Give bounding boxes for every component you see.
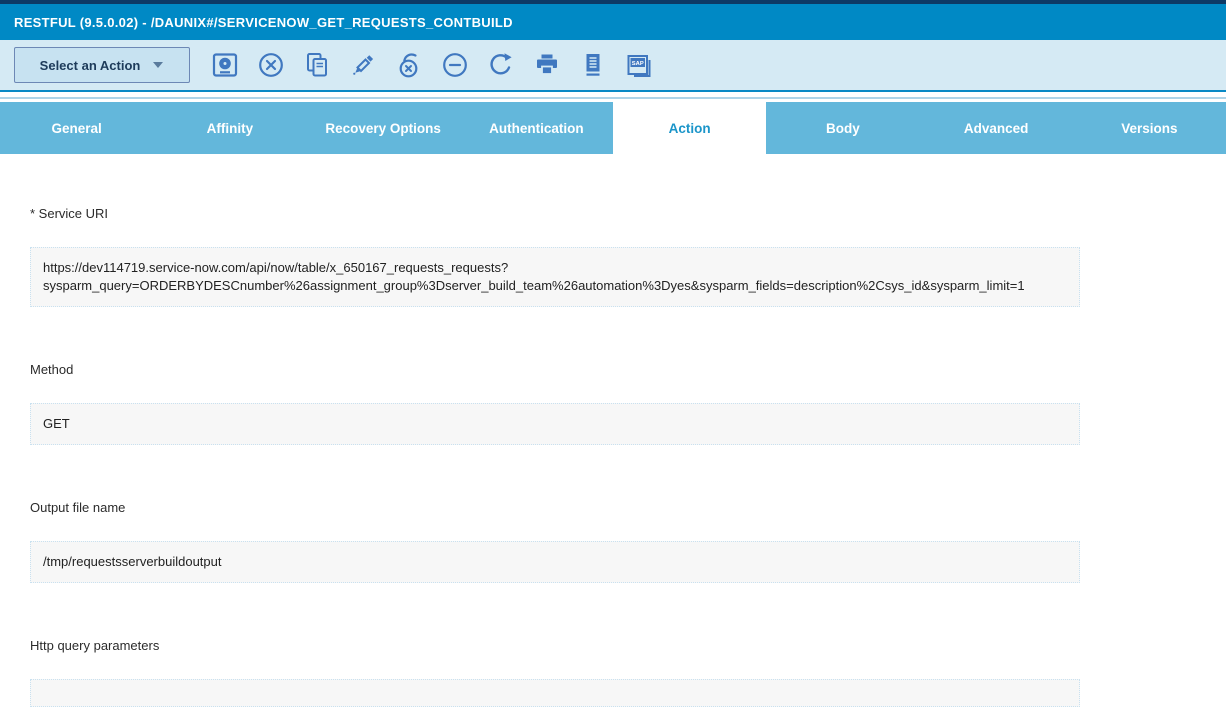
output-file-name-label: Output file name xyxy=(30,500,126,515)
print-button[interactable] xyxy=(532,50,562,80)
application-window: RESTFUL (9.5.0.02) - /DAUNIX#/SERVICENOW… xyxy=(0,0,1226,725)
document-icon xyxy=(586,54,600,76)
method-label: Method xyxy=(30,362,74,377)
tab-general[interactable]: General xyxy=(0,102,153,154)
svg-text:SAP: SAP xyxy=(632,61,644,67)
free-circle-x-icon xyxy=(399,53,418,78)
toolbar-icon-row: SAP xyxy=(210,50,654,80)
toolbar: Select an Action SAP xyxy=(0,40,1226,92)
tab-action[interactable]: Action xyxy=(613,102,767,154)
toolbar-tab-separator xyxy=(0,92,1226,102)
caret-down-icon xyxy=(152,56,164,74)
copy-button[interactable] xyxy=(302,50,332,80)
edit-button[interactable] xyxy=(348,50,378,80)
select-action-dropdown[interactable]: Select an Action xyxy=(14,47,190,83)
document-button[interactable] xyxy=(578,50,608,80)
sap-icon: SAP xyxy=(627,55,651,77)
printer-icon xyxy=(537,54,557,75)
free-button[interactable] xyxy=(394,50,424,80)
remove-button[interactable] xyxy=(440,50,470,80)
select-action-label: Select an Action xyxy=(39,57,141,73)
http-query-parameters-input[interactable] xyxy=(30,679,1080,707)
tab-versions[interactable]: Versions xyxy=(1073,102,1226,154)
tab-body[interactable]: Body xyxy=(766,102,919,154)
tab-affinity[interactable]: Affinity xyxy=(153,102,306,154)
http-query-parameters-group: Http query parameters xyxy=(30,638,1226,707)
service-uri-label: * Service URI xyxy=(30,206,109,221)
redo-arrow-icon xyxy=(490,53,512,75)
close-circle-icon xyxy=(259,53,283,77)
tab-bar: General Affinity Recovery Options Authen… xyxy=(0,102,1226,154)
output-file-name-group: Output file name /tmp/requestsserverbuil… xyxy=(30,500,1226,583)
action-tab-panel: * Service URI https://dev114719.service-… xyxy=(0,154,1226,725)
tab-recovery-options[interactable]: Recovery Options xyxy=(307,102,460,154)
method-group: Method GET xyxy=(30,362,1226,445)
minus-circle-icon xyxy=(443,53,467,77)
copy-icon xyxy=(307,53,327,77)
disk-icon xyxy=(212,53,238,77)
title-bar: RESTFUL (9.5.0.02) - /DAUNIX#/SERVICENOW… xyxy=(0,4,1226,40)
redo-button[interactable] xyxy=(486,50,516,80)
service-uri-group: * Service URI https://dev114719.service-… xyxy=(30,206,1226,307)
output-file-name-input[interactable]: /tmp/requestsserverbuildoutput xyxy=(30,541,1080,583)
close-button[interactable] xyxy=(256,50,286,80)
tab-advanced[interactable]: Advanced xyxy=(920,102,1073,154)
method-input[interactable]: GET xyxy=(30,403,1080,445)
sap-button[interactable]: SAP xyxy=(624,50,654,80)
disk-button[interactable] xyxy=(210,50,240,80)
tab-authentication[interactable]: Authentication xyxy=(460,102,613,154)
edit-pencil-icon xyxy=(353,55,374,75)
http-query-parameters-label: Http query parameters xyxy=(30,638,160,653)
service-uri-input[interactable]: https://dev114719.service-now.com/api/no… xyxy=(30,247,1080,307)
window-title: RESTFUL (9.5.0.02) - /DAUNIX#/SERVICENOW… xyxy=(14,14,513,30)
